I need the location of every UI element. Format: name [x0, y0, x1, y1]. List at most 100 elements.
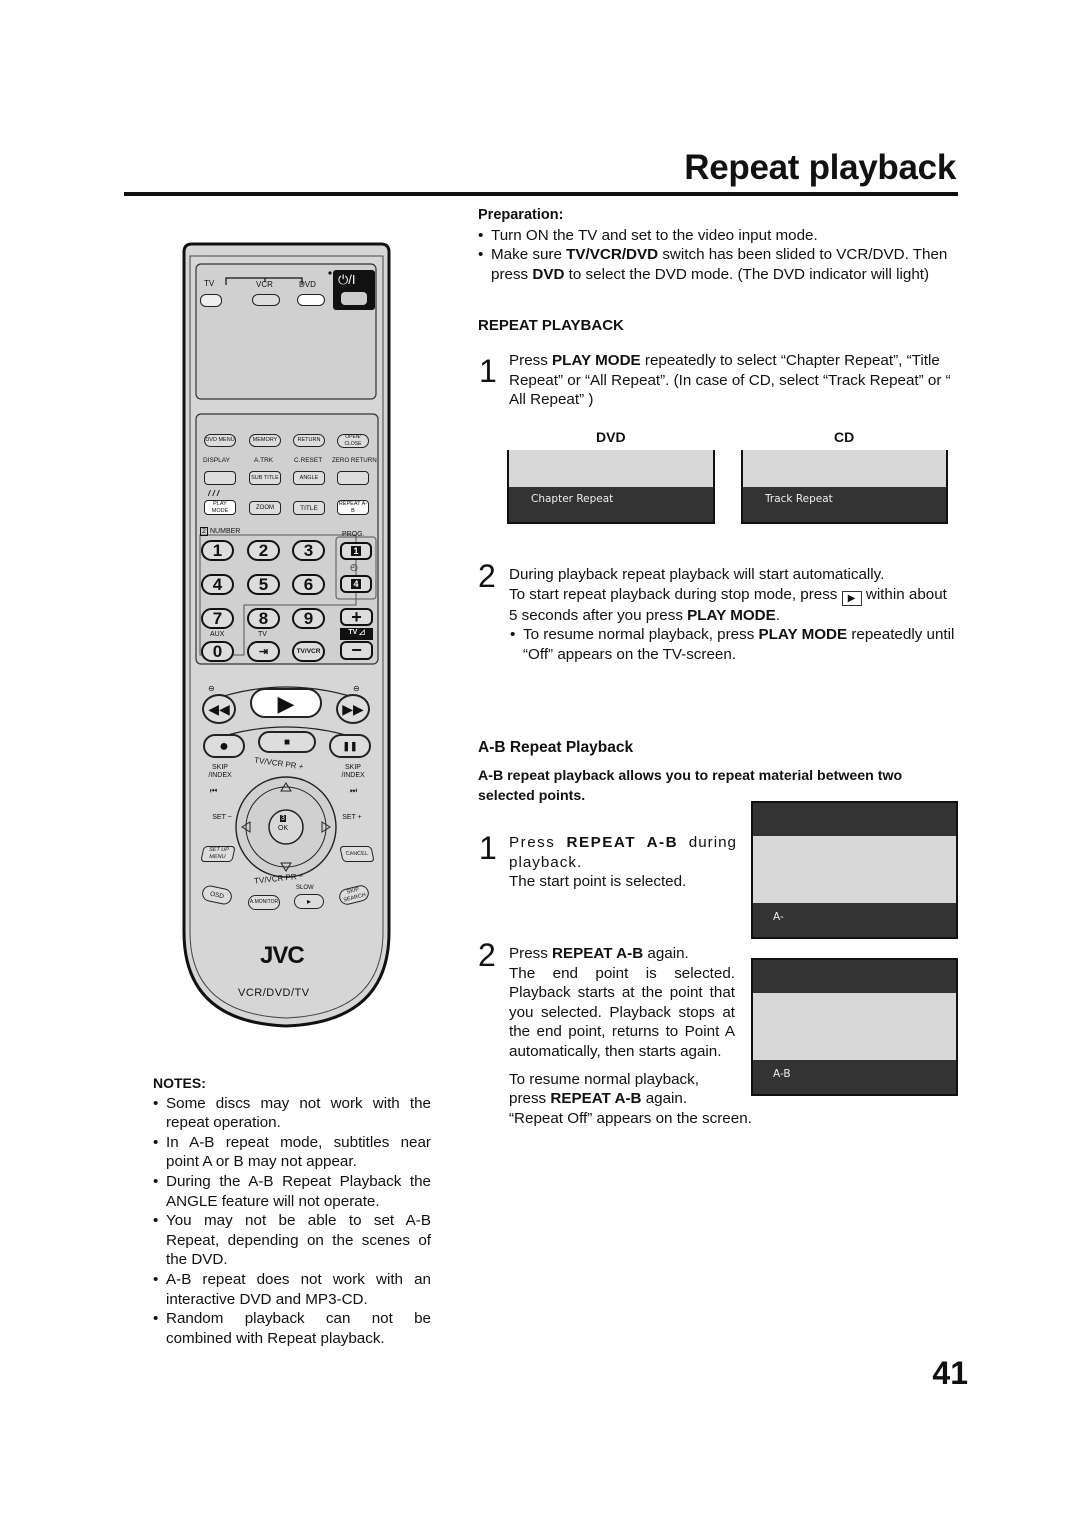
- text: During playback repeat playback will sta…: [509, 566, 885, 583]
- tv-input-label: TV: [258, 631, 267, 638]
- prog-badge-1: 1: [351, 546, 361, 556]
- tv-vcr-dvd-slide-switch: [200, 294, 222, 307]
- volume-up-button: +: [340, 607, 373, 627]
- tv-vcr-button: TV/VCR: [292, 641, 325, 662]
- ok-button-label: OK: [278, 825, 289, 832]
- text: “Repeat Off” appears on the screen.: [509, 1109, 752, 1127]
- notes-section: NOTES: Some discs may not work with the …: [153, 1074, 431, 1348]
- note-item: In A-B repeat mode, subtitles near point…: [153, 1133, 431, 1172]
- zero-return-button: [337, 471, 369, 485]
- prog-label: PROG.: [342, 531, 365, 538]
- text: To start repeat playback during stop mod…: [509, 585, 842, 603]
- cancel-button: CANCEL: [339, 846, 375, 862]
- slow-label: SLOW: [296, 885, 314, 891]
- osd-text: Chapter Repeat: [531, 493, 614, 505]
- note-item: Some discs may not work with the repeat …: [153, 1094, 431, 1133]
- ab-osd-screen-ab: A-B: [751, 958, 958, 1096]
- text: Press REPEAT A-B again.: [509, 944, 735, 964]
- preparation-bullet: Make sure TV/VCR/DVD switch has been sli…: [478, 245, 958, 284]
- number-label: NUMBER: [210, 528, 241, 535]
- play-mode-marks: / / /: [208, 489, 220, 498]
- vcr-switch-label: VCR: [256, 280, 273, 289]
- tv-switch-label: TV: [204, 279, 215, 288]
- skip-index-right-label: SKIP /INDEX: [341, 764, 365, 779]
- preparation-bullet: Turn ON the TV and set to the video inpu…: [478, 226, 958, 246]
- repeat-step1-text: Press PLAY MODE repeatedly to select “Ch…: [509, 351, 959, 410]
- rewind-indicator-icon: ⊖: [208, 684, 215, 693]
- digit-6-button: 6: [292, 574, 325, 595]
- text: To resume normal playback,: [509, 1070, 699, 1088]
- osd-text: A-: [773, 911, 784, 923]
- text: to select the DVD mode. (The DVD indicat…: [564, 265, 930, 283]
- clock-icon: ◴: [350, 562, 358, 572]
- rewind-button: ◀◀: [202, 694, 236, 724]
- tv-volume-text: TV: [348, 629, 358, 636]
- bold-text: REPEAT A-B: [566, 834, 679, 851]
- stop-button: ■: [258, 731, 316, 753]
- text: Press REPEAT A-B during playback.: [509, 833, 737, 872]
- tv-volume-label: TV ◿: [340, 628, 373, 640]
- input-select-button: ⇥: [247, 641, 280, 662]
- fast-forward-button: ▶▶: [336, 694, 370, 724]
- play-mode-button: PLAY MODE: [204, 500, 236, 515]
- jvc-logo: JVC: [260, 942, 305, 969]
- osd-top-bar: [753, 803, 956, 836]
- digit-7-button: 7: [201, 608, 234, 629]
- display-label: DISPLAY: [203, 457, 230, 464]
- repeat-playback-heading: REPEAT PLAYBACK: [478, 317, 624, 334]
- repeat-resume-bullet: To resume normal playback, press PLAY MO…: [510, 625, 959, 664]
- step-number: 1: [479, 830, 497, 866]
- text: To start repeat playback during stop mod…: [509, 585, 959, 626]
- repeat-ab-button: REPEAT A-B: [337, 500, 369, 515]
- note-item: A-B repeat does not work with an interac…: [153, 1270, 431, 1309]
- text: again.: [641, 1090, 688, 1108]
- step-number: 2: [478, 558, 496, 594]
- text: The end point is selected. Playback star…: [509, 964, 735, 1060]
- ab-osd-screen-a: A-: [751, 801, 958, 939]
- bold-text: REPEAT A-B: [550, 1090, 642, 1108]
- text: The start point is selected.: [509, 873, 687, 891]
- zero-return-label: ZERO RETURN: [332, 457, 377, 464]
- digit-3-button: 3: [292, 540, 325, 561]
- notes-heading: NOTES:: [153, 1075, 206, 1091]
- bold-text: PLAY MODE: [552, 352, 641, 369]
- digit-2-button: 2: [247, 540, 280, 561]
- remote-control-illustration: TV VCR DVD ⏻/I DVD MENU MEMORY RETURN OP…: [178, 242, 395, 1032]
- play-icon: ▶: [841, 590, 862, 606]
- setup-menu-button: SET UP MENU: [200, 846, 236, 862]
- text: again.: [643, 945, 689, 962]
- cd-screen-heading: CD: [834, 429, 855, 445]
- dvd-osd-screen: Chapter Repeat: [507, 450, 715, 524]
- title-button: TITLE: [293, 501, 325, 515]
- bold-text: PLAY MODE: [758, 626, 848, 644]
- number-badge: 2: [200, 527, 208, 536]
- open-close-button: OPEN/ CLOSE: [337, 434, 369, 448]
- text: .: [775, 606, 780, 624]
- dvd-button: [297, 294, 325, 306]
- text: press REPEAT A-B again.: [509, 1089, 735, 1109]
- note-item: Random playback can not be combined with…: [153, 1309, 431, 1348]
- ok-badge: 3: [280, 815, 286, 822]
- text: Press: [509, 352, 553, 369]
- repeat-step2-text: During playback repeat playback will sta…: [509, 565, 959, 664]
- skip-index-left-label: SKIP /INDEX: [208, 764, 232, 779]
- a-monitor-button: A.MONITOR: [248, 895, 280, 910]
- cd-osd-screen: Track Repeat: [741, 450, 948, 524]
- bold-text: REPEAT A-B: [552, 945, 644, 962]
- digit-4-button: 4: [201, 574, 234, 595]
- bold-text: TV/VCR/DVD: [566, 246, 659, 264]
- subtitle-button: SUB TITLE: [249, 471, 281, 485]
- display-button: [204, 471, 236, 485]
- memory-button: MEMORY: [249, 434, 281, 447]
- skip-forward-icon: ⏭: [350, 786, 358, 795]
- remote-model-text: VCR/DVD/TV: [238, 987, 310, 999]
- prog-4-button: 4: [340, 575, 372, 593]
- dvd-menu-button: DVD MENU: [204, 434, 236, 447]
- page-title: Repeat playback: [684, 148, 956, 187]
- return-button: RETURN: [293, 434, 325, 447]
- prog-badge-4: 4: [351, 579, 361, 589]
- bold-text: PLAY MODE: [687, 606, 776, 624]
- ab-step2-text: Press REPEAT A-B again. The end point is…: [509, 944, 752, 1128]
- page-number: 41: [932, 1355, 968, 1391]
- note-item: During the A-B Repeat Playback the ANGLE…: [153, 1172, 431, 1211]
